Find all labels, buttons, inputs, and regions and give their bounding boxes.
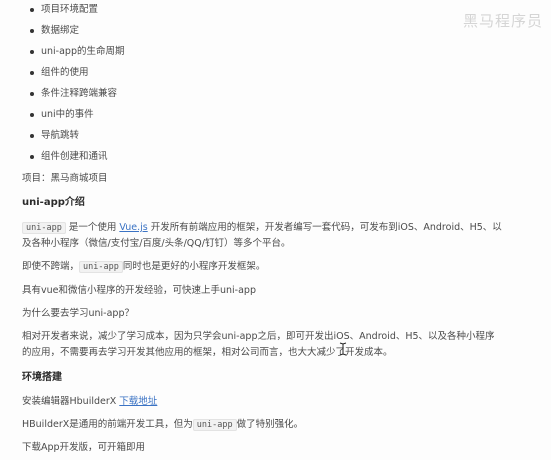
install-line: 安装编辑器HbuilderX 下载地址 — [22, 396, 158, 407]
intro-paragraph-4: 为什么要去学习uni-app？ — [22, 308, 134, 319]
intro-paragraph-5-line1: 相对开发者来说，减少了学习成本，因为只学会uni-app之后，即可开发出iOS、… — [22, 331, 495, 342]
bullet-icon — [30, 155, 34, 159]
intro-paragraph-2: 即使不跨端， uni-app 同时也是更好的小程序开发框架。 — [22, 261, 266, 273]
inline-code: uni-app — [79, 261, 123, 273]
bullet-icon — [30, 50, 34, 54]
inline-code: uni-app — [192, 419, 237, 431]
bullet-icon — [30, 8, 34, 12]
section-heading-env: 环境搭建 — [22, 372, 62, 383]
intro-paragraph-line2: 及各种小程序（微信/支付宝/百度/头条/QQ/钉钉）等多个平台。 — [22, 238, 291, 249]
intro-paragraph-5-line2: 的应用，不需要再去学习开发其他应用的框架，相对公司而言，也大大减少了开发成本。 — [22, 347, 393, 358]
intro-paragraph-line1: uni-app 是一个使用 Vue.js 开发所有前端应用的框架，开发者编写一套… — [22, 221, 502, 235]
document-page: 黑马程序员 项目环境配置 数据绑定 uni-app的生命周期 组件的使用 条件注… — [22, 4, 543, 453]
intro-paragraph-3: 具有vue和微信小程序的开发经验，可快速上手uni-app — [22, 285, 256, 296]
bullet-icon — [30, 134, 34, 138]
vuejs-link[interactable]: Vue.js — [119, 222, 147, 233]
download-app-line: 下载App开发版，可开箱即用 — [22, 442, 146, 453]
project-line: 项目：黑马商城项目 — [22, 173, 108, 184]
bullet-icon — [30, 29, 34, 33]
bullet-icon — [30, 113, 34, 117]
section-heading-intro: uni-app介绍 — [22, 197, 85, 208]
bullet-icon — [30, 71, 34, 75]
text-cursor-icon — [339, 342, 347, 356]
hbuilder-line: HBuilderX是通用的前端开发工具，但为 uni-app 做了特别强化。 — [22, 419, 304, 431]
watermark: 黑马程序员 — [462, 12, 543, 30]
inline-code: uni-app — [22, 222, 66, 234]
bullet-icon — [30, 92, 34, 96]
download-link[interactable]: 下载地址 — [119, 396, 157, 407]
